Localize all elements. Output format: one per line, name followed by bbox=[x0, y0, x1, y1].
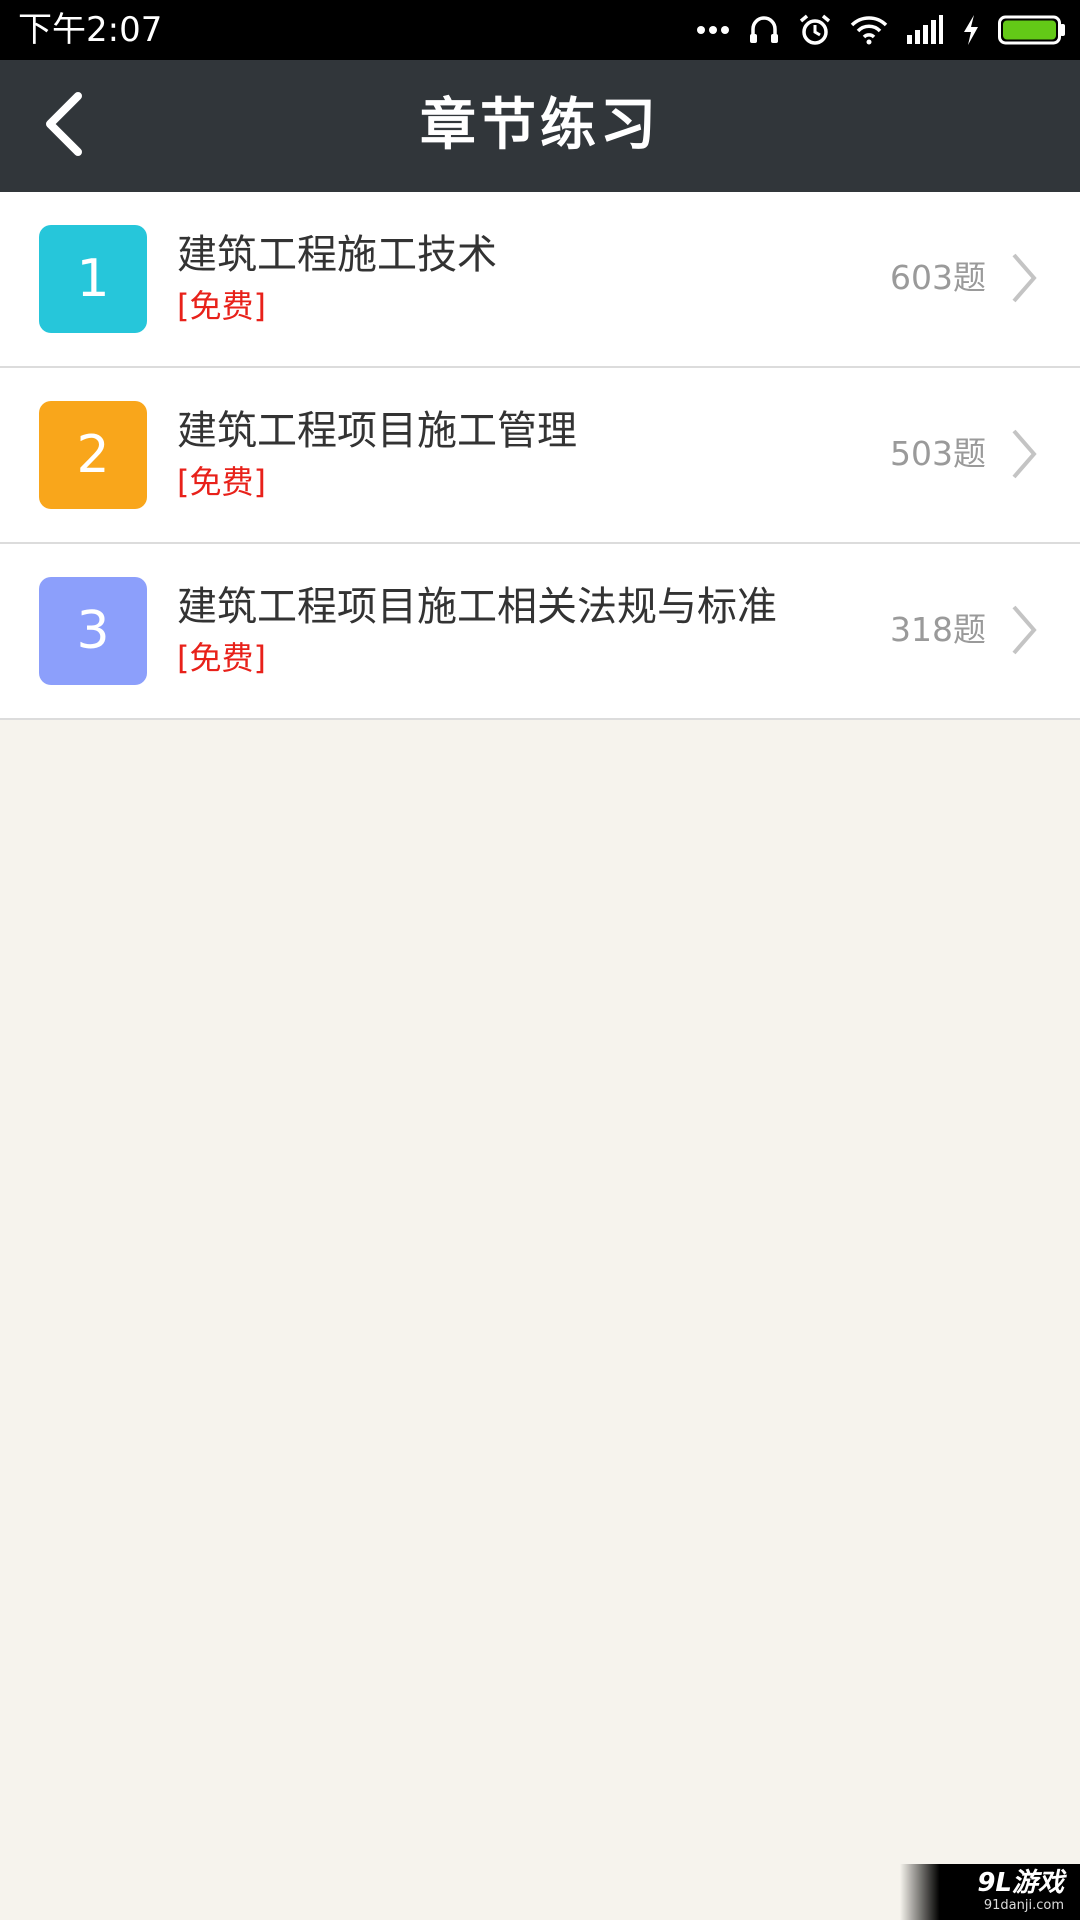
watermark-text: 9L游戏 bbox=[977, 1868, 1064, 1898]
question-count: 318题 bbox=[890, 610, 986, 649]
chapter-number-badge: 2 bbox=[39, 401, 147, 509]
signal-icon bbox=[906, 15, 944, 45]
chevron-right-icon bbox=[1012, 253, 1037, 303]
chapter-number-badge: 3 bbox=[39, 577, 147, 685]
chapter-name: 建筑工程项目施工相关法规与标准 bbox=[177, 584, 777, 630]
chevron-right-icon bbox=[1012, 605, 1037, 655]
question-count: 603题 bbox=[890, 258, 986, 297]
free-tag: [免费] bbox=[177, 287, 266, 325]
header-bar: 章节练习 bbox=[0, 60, 1080, 192]
page-title: 章节练习 bbox=[420, 93, 660, 158]
more-dots-icon bbox=[696, 25, 730, 35]
chapter-name: 建筑工程项目施工管理 bbox=[177, 408, 577, 454]
chapter-list: 1 建筑工程施工技术 [免费] 603题 2 建筑工程项目施工管理 [免费] 5… bbox=[0, 192, 1080, 720]
chapter-item-3[interactable]: 3 建筑工程项目施工相关法规与标准 [免费] 318题 bbox=[0, 544, 1080, 720]
alarm-icon bbox=[798, 13, 832, 47]
chapter-number-badge: 1 bbox=[39, 225, 147, 333]
question-count: 503题 bbox=[890, 434, 986, 473]
wifi-icon bbox=[850, 15, 888, 45]
free-tag: [免费] bbox=[177, 463, 266, 501]
status-time: 下午2:07 bbox=[18, 10, 163, 50]
chapter-item-1[interactable]: 1 建筑工程施工技术 [免费] 603题 bbox=[0, 192, 1080, 368]
free-tag: [免费] bbox=[177, 639, 266, 677]
watermark-url: 91danji.com bbox=[983, 1898, 1064, 1913]
watermark-logo: 9L游戏 91danji.com bbox=[900, 1864, 1080, 1920]
headset-icon bbox=[748, 14, 780, 46]
chapter-name: 建筑工程施工技术 bbox=[177, 232, 497, 278]
chapter-item-2[interactable]: 2 建筑工程项目施工管理 [免费] 503题 bbox=[0, 368, 1080, 544]
battery-icon bbox=[998, 15, 1066, 45]
status-icons bbox=[696, 10, 1066, 50]
chevron-right-icon bbox=[1012, 429, 1037, 479]
status-bar: 下午2:07 bbox=[0, 0, 1080, 60]
charging-icon bbox=[962, 14, 980, 46]
